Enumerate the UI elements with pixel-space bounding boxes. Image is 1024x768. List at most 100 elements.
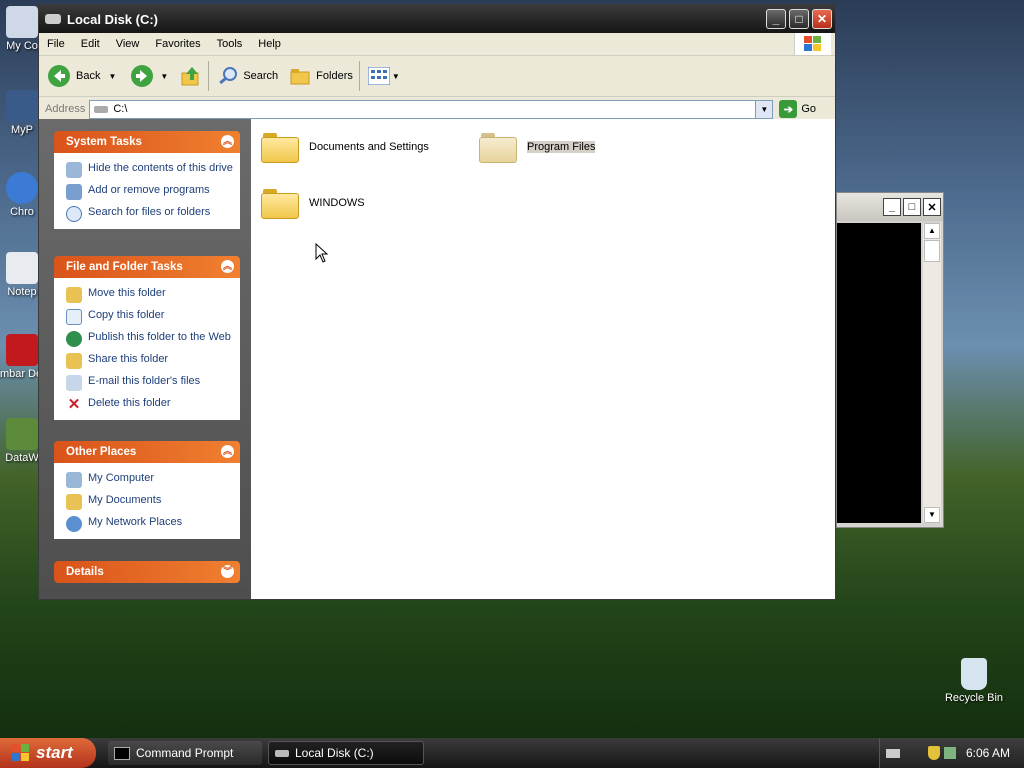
security-shield-icon[interactable]	[927, 746, 940, 760]
collapse-icon[interactable]: ︽	[221, 260, 234, 273]
clock[interactable]: 6:06 AM	[966, 746, 1010, 760]
views-button[interactable]: ▼	[367, 67, 400, 85]
start-button[interactable]: start	[0, 738, 96, 768]
place-label: My Computer	[88, 472, 155, 484]
scroll-down-arrow[interactable]: ▼	[924, 507, 940, 523]
scroll-thumb[interactable]	[924, 240, 940, 262]
place-my-network-places[interactable]: My Network Places	[54, 513, 240, 535]
up-folder-button[interactable]	[180, 65, 202, 87]
place-my-computer[interactable]: My Computer	[54, 469, 240, 491]
menu-edit[interactable]: Edit	[73, 38, 108, 50]
folders-icon	[290, 69, 310, 85]
scroll-up-arrow[interactable]: ▲	[924, 223, 940, 239]
folder-label: Program Files	[527, 141, 596, 153]
task-label: Local Disk (C:)	[295, 746, 374, 760]
menu-tools[interactable]: Tools	[209, 38, 251, 50]
cmd-icon	[114, 746, 130, 760]
explorer-window[interactable]: Local Disk (C:) _ □ ✕ File Edit View Fav…	[38, 4, 836, 600]
task-share-folder[interactable]: Share this folder	[54, 350, 240, 372]
forward-arrow-icon	[131, 65, 154, 87]
panel-title: Other Places	[66, 446, 137, 458]
folders-button[interactable]: Folders	[290, 66, 353, 86]
address-input[interactable]: C:\ ▼	[89, 99, 774, 119]
details-header[interactable]: Details ︾	[54, 561, 240, 583]
task-hide-drive-contents[interactable]: Hide the contents of this drive	[54, 159, 240, 181]
panel-title: Details	[66, 566, 104, 578]
task-label: Delete this folder	[88, 397, 171, 409]
menu-view[interactable]: View	[108, 38, 148, 50]
back-label: Back	[76, 70, 101, 82]
system-tasks-header[interactable]: System Tasks ︽	[54, 131, 240, 153]
share-folder-icon	[66, 353, 82, 369]
task-label: Share this folder	[88, 353, 169, 365]
back-button[interactable]: Back ▼	[47, 64, 116, 88]
taskbar: start Command Prompt Local Disk (C:) 6:0…	[0, 738, 1024, 768]
expand-icon[interactable]: ︾	[221, 565, 234, 578]
task-label: Command Prompt	[136, 746, 234, 760]
task-delete-folder[interactable]: ✕ Delete this folder	[54, 394, 240, 416]
folder-item-program-files[interactable]: Program Files	[479, 131, 596, 163]
maximize-button[interactable]: □	[789, 9, 809, 29]
go-button[interactable]: ➔ Go	[779, 100, 816, 118]
desktop-icon-recycle-bin[interactable]: Recycle Bin	[938, 658, 1010, 704]
task-pane: System Tasks ︽ Hide the contents of this…	[39, 119, 251, 599]
computer-icon	[6, 6, 38, 38]
forward-button[interactable]: ▼	[130, 64, 168, 88]
collapse-icon[interactable]: ︽	[221, 445, 234, 458]
desktop-icon-label: Recycle Bin	[944, 692, 1004, 704]
publish-web-icon	[66, 331, 82, 347]
chevron-down-icon[interactable]: ▼	[160, 72, 168, 81]
folder-item-windows[interactable]: WINDOWS	[261, 187, 365, 219]
system-tasks-panel: System Tasks ︽ Hide the contents of this…	[54, 131, 240, 229]
command-prompt-window[interactable]: _ □ ✕ ▲ ▼	[836, 192, 944, 528]
folder-icon	[479, 131, 517, 163]
folder-item-documents-and-settings[interactable]: Documents and Settings	[261, 131, 429, 163]
folder-icon	[261, 131, 299, 163]
taskbar-button-command-prompt[interactable]: Command Prompt	[108, 741, 262, 765]
standard-toolbar: Back ▼ ▼ Search Folders ▼	[39, 56, 835, 97]
chrome-icon	[6, 172, 38, 204]
menu-favorites[interactable]: Favorites	[147, 38, 208, 50]
file-folder-tasks-panel: File and Folder Tasks ︽ Move this folder…	[54, 256, 240, 420]
search-icon	[219, 67, 238, 85]
folder-content-area[interactable]: Documents and Settings Program Files WIN…	[251, 119, 835, 599]
taskbar-button-local-disk[interactable]: Local Disk (C:)	[268, 741, 424, 765]
other-places-header[interactable]: Other Places ︽	[54, 441, 240, 463]
task-label: Search for files or folders	[88, 206, 211, 218]
vertical-scrollbar[interactable]: ▲ ▼	[923, 223, 941, 523]
chevron-down-icon[interactable]: ▼	[108, 72, 116, 81]
file-folder-tasks-header[interactable]: File and Folder Tasks ︽	[54, 256, 240, 278]
maximize-button[interactable]: □	[903, 198, 921, 216]
task-search-files[interactable]: Search for files or folders	[54, 203, 240, 225]
task-publish-folder[interactable]: Publish this folder to the Web	[54, 328, 240, 350]
close-button[interactable]: ✕	[923, 198, 941, 216]
close-button[interactable]: ✕	[812, 9, 832, 29]
search-button[interactable]: Search	[217, 65, 278, 87]
network-icon[interactable]	[943, 747, 956, 759]
minimize-button[interactable]: _	[883, 198, 901, 216]
hide-contents-icon	[66, 162, 82, 178]
place-my-documents[interactable]: My Documents	[54, 491, 240, 513]
collapse-icon[interactable]: ︽	[221, 135, 234, 148]
address-dropdown-button[interactable]: ▼	[755, 100, 773, 118]
go-label: Go	[801, 103, 817, 115]
task-email-files[interactable]: E-mail this folder's files	[54, 372, 240, 394]
window-titlebar[interactable]: Local Disk (C:) _ □ ✕	[39, 5, 835, 33]
task-add-remove-programs[interactable]: Add or remove programs	[54, 181, 240, 203]
minimize-button[interactable]: _	[766, 9, 786, 29]
menu-help[interactable]: Help	[250, 38, 289, 50]
windows-logo-icon	[12, 744, 29, 761]
folder-icon	[261, 187, 299, 219]
task-move-folder[interactable]: Move this folder	[54, 284, 240, 306]
chevron-down-icon[interactable]: ▼	[392, 72, 400, 81]
keyboard-icon[interactable]	[885, 748, 900, 758]
console-area[interactable]	[837, 223, 921, 523]
back-arrow-icon	[48, 65, 70, 87]
menu-file[interactable]: File	[39, 38, 73, 50]
search-icon	[66, 206, 82, 222]
my-computer-icon	[66, 472, 82, 488]
move-folder-icon	[66, 287, 82, 303]
task-copy-folder[interactable]: Copy this folder	[54, 306, 240, 328]
command-prompt-titlebar[interactable]: _ □ ✕	[837, 193, 943, 221]
my-documents-icon	[66, 494, 82, 510]
